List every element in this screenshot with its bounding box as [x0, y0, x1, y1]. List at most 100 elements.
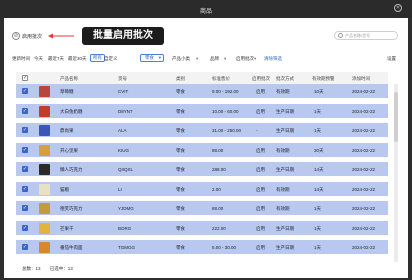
- col-sku: 货号: [118, 76, 127, 81]
- row-checkbox[interactable]: ✓: [22, 205, 28, 211]
- product-thumbnail: [39, 183, 50, 195]
- added-date: 2024-02-22: [352, 206, 376, 211]
- batch-enable-button[interactable]: ⊘ 启用批次: [12, 32, 42, 40]
- filter-today[interactable]: 今天: [34, 56, 43, 62]
- row-checkbox[interactable]: ✓: [22, 166, 28, 172]
- sku: TGMGG: [118, 245, 135, 250]
- expiry-warning: 1天: [314, 225, 322, 231]
- row-checkbox[interactable]: ✓: [22, 88, 28, 94]
- product-name: 番茄牛肉面: [60, 245, 83, 250]
- price: 222.00: [212, 225, 226, 231]
- batch-method: 有效期: [276, 89, 290, 94]
- price: 88.00: [212, 206, 224, 211]
- table-row[interactable]: ✓ 懒人巧克力 QIIQXL 零食 288.00 启用 生产日期 14天 2024-02-22: [16, 162, 388, 177]
- filter-all[interactable]: 所有: [90, 54, 105, 62]
- search-placeholder: 产品名称/货号: [345, 33, 371, 38]
- sku: BORG: [118, 225, 132, 231]
- batch-method: 有效期: [276, 186, 290, 192]
- category: 零食: [176, 206, 185, 211]
- close-icon[interactable]: ✕: [394, 4, 402, 12]
- clear-filters-link[interactable]: 清除筛选: [264, 56, 282, 62]
- col-price: 标准售价: [212, 76, 230, 81]
- col-added-date: 添加时间: [352, 76, 370, 81]
- category: 零食: [176, 245, 185, 250]
- table-row[interactable]: ✓ 芒果干 BORG 零食 222.00 启用 生产日期 1天 2024-02-22: [16, 220, 388, 236]
- table-row[interactable]: ✓ 鼎尚果 ALA 零食 31.00 - 250.00 - 生产日期 1天 2024-02-22: [16, 123, 388, 138]
- selected-count: 已选中：13: [49, 266, 73, 271]
- settings-link[interactable]: 设置: [387, 56, 396, 62]
- category: 零食: [176, 89, 185, 94]
- row-checkbox[interactable]: ✓: [22, 127, 28, 133]
- batch-method: 生产日期: [276, 128, 294, 133]
- expiry-warning: 10天: [314, 89, 324, 94]
- price: 9.00 - 192.00: [212, 89, 239, 94]
- filter-custom[interactable]: 自定义: [104, 56, 118, 62]
- filter-last30[interactable]: 最近30天: [68, 56, 87, 62]
- product-thumbnail: [39, 203, 50, 214]
- scrollbar-thumb[interactable]: [394, 92, 398, 142]
- search-input[interactable]: 产品名称/货号: [334, 31, 398, 40]
- scrollbar[interactable]: [394, 84, 398, 262]
- expiry-warning: 30天: [314, 147, 324, 153]
- expiry-warning: 1天: [314, 245, 322, 250]
- row-checkbox[interactable]: ✓: [22, 146, 28, 153]
- added-date: 2024-02-22: [352, 89, 376, 94]
- row-checkbox[interactable]: ✓: [22, 185, 28, 192]
- row-checkbox[interactable]: ✓: [22, 107, 28, 114]
- table-row[interactable]: ✓ 大白兔奶糖 D8YN7 零食 10.00 - 60.00 启用 生产日期 1天 2024-0…: [16, 103, 388, 119]
- price: 88.00: [212, 147, 224, 153]
- table-row[interactable]: ✓ 德芙巧克力 YJDMG 零食 88.00 启用 有效期 1天 2024-02-22: [16, 201, 388, 216]
- batch-method: 生产日期: [276, 225, 294, 231]
- filter-batch[interactable]: 启用批次: [236, 56, 254, 62]
- table-row[interactable]: ✓ 草莓糖 CVIT 零食 9.00 - 192.00 启用 有效期 10天 2024-02-2…: [16, 84, 388, 99]
- batch-method: 生产日期: [276, 108, 294, 114]
- product-name: 大白兔奶糖: [60, 108, 83, 114]
- product-thumbnail: [39, 86, 50, 97]
- chevron-down-icon: ▾: [196, 56, 199, 61]
- price: 288.00: [212, 167, 226, 172]
- window-title: 商品: [199, 9, 212, 15]
- batch-enable-label: 启用批次: [22, 33, 43, 40]
- expiry-warning: 1天: [314, 108, 322, 114]
- category: 零食: [176, 225, 185, 231]
- category-value: 零食: [145, 55, 154, 60]
- product-name: 懒人巧克力: [60, 167, 83, 172]
- filter-brand[interactable]: 品牌: [210, 56, 219, 62]
- col-category: 类别: [176, 76, 185, 81]
- product-name: 德芙巧克力: [60, 206, 83, 211]
- sku: CVIT: [118, 89, 129, 94]
- price: 31.00 - 250.00: [212, 128, 242, 133]
- col-batch-enabled: 启用批次: [252, 76, 270, 81]
- price: 10.00 - 60.00: [212, 108, 239, 114]
- batch-enabled: 启用: [256, 186, 265, 192]
- price: 2.00: [212, 186, 221, 192]
- category: 零食: [176, 108, 185, 114]
- expiry-warning: 1天: [314, 206, 322, 211]
- added-date: 2024-02-22: [352, 108, 376, 114]
- row-checkbox[interactable]: ✓: [22, 244, 28, 250]
- table-row[interactable]: ✓ 猫粮 LI 零食 2.00 启用 有效期 14天 2024-02-22: [16, 181, 388, 197]
- category-select[interactable]: 零食 ▾: [140, 54, 164, 62]
- product-thumbnail: [39, 125, 50, 136]
- filter-product-group[interactable]: 产品小类: [172, 56, 190, 62]
- product-thumbnail: [39, 105, 50, 117]
- product-thumbnail: [39, 222, 50, 234]
- product-thumbnail: [39, 242, 50, 253]
- expiry-warning: 14天: [314, 167, 324, 172]
- batch-enabled: 启用: [256, 147, 265, 153]
- product-name: 草莓糖: [60, 89, 74, 94]
- row-checkbox[interactable]: ✓: [22, 224, 28, 231]
- select-all-checkbox[interactable]: ✓: [22, 75, 28, 81]
- col-batch-method: 批次方式: [276, 76, 294, 81]
- filter-time-label: 更新时间: [12, 56, 30, 61]
- filter-last7[interactable]: 最近7天: [48, 56, 64, 62]
- table-footer: 总数：13 已选中：13: [22, 266, 81, 272]
- table-row[interactable]: ✓ 番茄牛肉面 TGMGG 零食 5.00 - 30.00 启用 生产日期 1天 2024-02…: [16, 240, 388, 255]
- table-row[interactable]: ✓ 开心坚果 KIUG 零食 88.00 启用 有效期 30天 2024-02-22: [16, 142, 388, 158]
- batch-icon: ⊘: [12, 32, 20, 40]
- table-header: ✓ 产品名称 货号 类别 标准售价 启用批次 批次方式 有效期预警 添加时间: [16, 72, 388, 84]
- added-date: 2024-02-22: [352, 128, 376, 133]
- sku: ALA: [118, 128, 127, 133]
- category: 零食: [176, 167, 185, 172]
- batch-enabled: 启用: [256, 225, 265, 231]
